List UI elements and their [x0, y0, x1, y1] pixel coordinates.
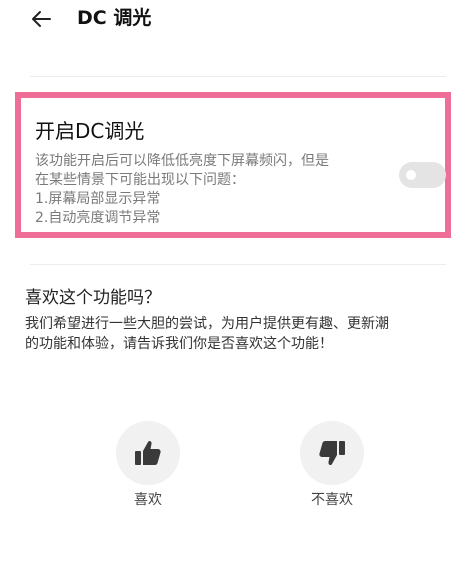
like-label: 喜欢	[134, 492, 162, 508]
description-line: 2.自动亮度调节异常	[35, 210, 161, 226]
dislike-button[interactable]: 不喜欢	[297, 421, 367, 510]
dislike-icon-circle	[300, 421, 364, 485]
page-title: DC 调光	[77, 7, 152, 29]
description-line: 在某些情景下可能出现以下问题：	[35, 172, 245, 188]
dislike-label: 不喜欢	[311, 492, 353, 508]
divider	[30, 264, 446, 265]
dc-dimming-title: 开启DC调光	[35, 119, 145, 143]
feedback-heading: 喜欢这个功能吗？	[25, 288, 161, 308]
arrow-left-icon	[32, 11, 51, 27]
header: DC 调光	[0, 0, 468, 44]
toggle-knob	[406, 170, 416, 180]
thumbs-up-icon	[135, 440, 161, 465]
description-line: 1.屏幕局部显示异常	[35, 191, 161, 207]
feedback-description: 我们希望进行一些大胆的尝试，为用户提供更有趣、更新潮 的功能和体验，请告诉我们你…	[25, 314, 450, 354]
feedback-description-line: 的功能和体验，请告诉我们你是否喜欢这个功能！	[25, 336, 333, 352]
dc-dimming-setting[interactable]: 开启DC调光 该功能开启后可以降低低亮度下屏幕频闪，但是 在某些情景下可能出现以…	[15, 92, 451, 238]
dc-dimming-toggle[interactable]	[399, 162, 446, 188]
divider	[30, 76, 446, 77]
description-line: 该功能开启后可以降低低亮度下屏幕频闪，但是	[35, 153, 329, 169]
like-button[interactable]: 喜欢	[113, 421, 183, 510]
dc-dimming-description: 该功能开启后可以降低低亮度下屏幕频闪，但是 在某些情景下可能出现以下问题： 1.…	[35, 152, 380, 228]
thumbs-down-icon	[319, 441, 345, 466]
back-button[interactable]	[26, 4, 56, 34]
like-icon-circle	[116, 421, 180, 485]
feedback-description-line: 我们希望进行一些大胆的尝试，为用户提供更有趣、更新潮	[25, 316, 389, 332]
